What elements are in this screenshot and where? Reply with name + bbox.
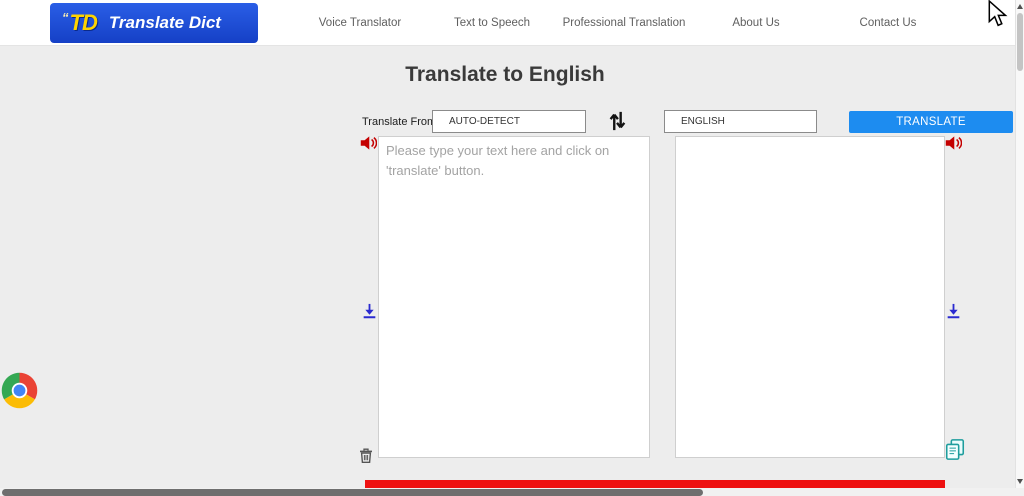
target-text-area[interactable] bbox=[675, 136, 945, 458]
vertical-scrollbar[interactable] bbox=[1015, 0, 1024, 488]
source-speaker-button[interactable] bbox=[360, 135, 377, 151]
chrome-logo-icon bbox=[1, 372, 38, 409]
horizontal-scrollbar-thumb[interactable] bbox=[2, 489, 703, 496]
download-icon bbox=[946, 303, 961, 319]
main-nav: Voice Translator Text to Speech Professi… bbox=[294, 0, 954, 46]
nav-voice-translator[interactable]: Voice Translator bbox=[294, 17, 426, 29]
source-text-area[interactable] bbox=[378, 136, 650, 458]
source-language-select[interactable]: AUTO-DETECT bbox=[432, 110, 586, 133]
target-download-button[interactable] bbox=[946, 303, 961, 319]
target-language-select[interactable]: ENGLISH bbox=[664, 110, 817, 133]
target-speaker-button[interactable] bbox=[945, 135, 962, 151]
logo[interactable]: “ TD Translate Dict bbox=[50, 3, 258, 43]
clear-text-button[interactable] bbox=[359, 447, 373, 463]
scroll-down-arrow-icon[interactable] bbox=[1017, 479, 1023, 484]
page-title: Translate to English bbox=[0, 63, 1010, 87]
translate-from-label: Translate From bbox=[362, 116, 436, 128]
logo-title: Translate Dict bbox=[109, 13, 221, 33]
nav-contact-us[interactable]: Contact Us bbox=[822, 17, 954, 29]
translate-button[interactable]: TRANSLATE bbox=[849, 111, 1013, 133]
header: “ TD Translate Dict Voice Translator Tex… bbox=[0, 0, 1024, 46]
vertical-scrollbar-thumb[interactable] bbox=[1017, 13, 1023, 71]
speaker-icon bbox=[945, 135, 962, 151]
source-download-button[interactable] bbox=[362, 303, 377, 319]
download-icon bbox=[362, 303, 377, 319]
chrome-desktop-shortcut[interactable] bbox=[1, 372, 38, 409]
copy-translation-button[interactable] bbox=[944, 438, 966, 461]
nav-text-to-speech[interactable]: Text to Speech bbox=[426, 17, 558, 29]
scrollbar-corner bbox=[1015, 488, 1024, 496]
swap-languages-icon bbox=[606, 108, 628, 134]
logo-td-monogram: TD bbox=[70, 10, 97, 36]
nav-professional-translation[interactable]: Professional Translation bbox=[558, 17, 690, 29]
horizontal-scrollbar[interactable] bbox=[0, 488, 1015, 496]
speaker-icon bbox=[360, 135, 377, 151]
scroll-up-arrow-icon[interactable] bbox=[1017, 4, 1023, 9]
logo-quote-mark: “ bbox=[62, 10, 69, 25]
nav-about-us[interactable]: About Us bbox=[690, 17, 822, 29]
trash-icon bbox=[359, 447, 373, 463]
copy-icon bbox=[944, 438, 966, 461]
swap-languages-button[interactable] bbox=[604, 106, 630, 136]
